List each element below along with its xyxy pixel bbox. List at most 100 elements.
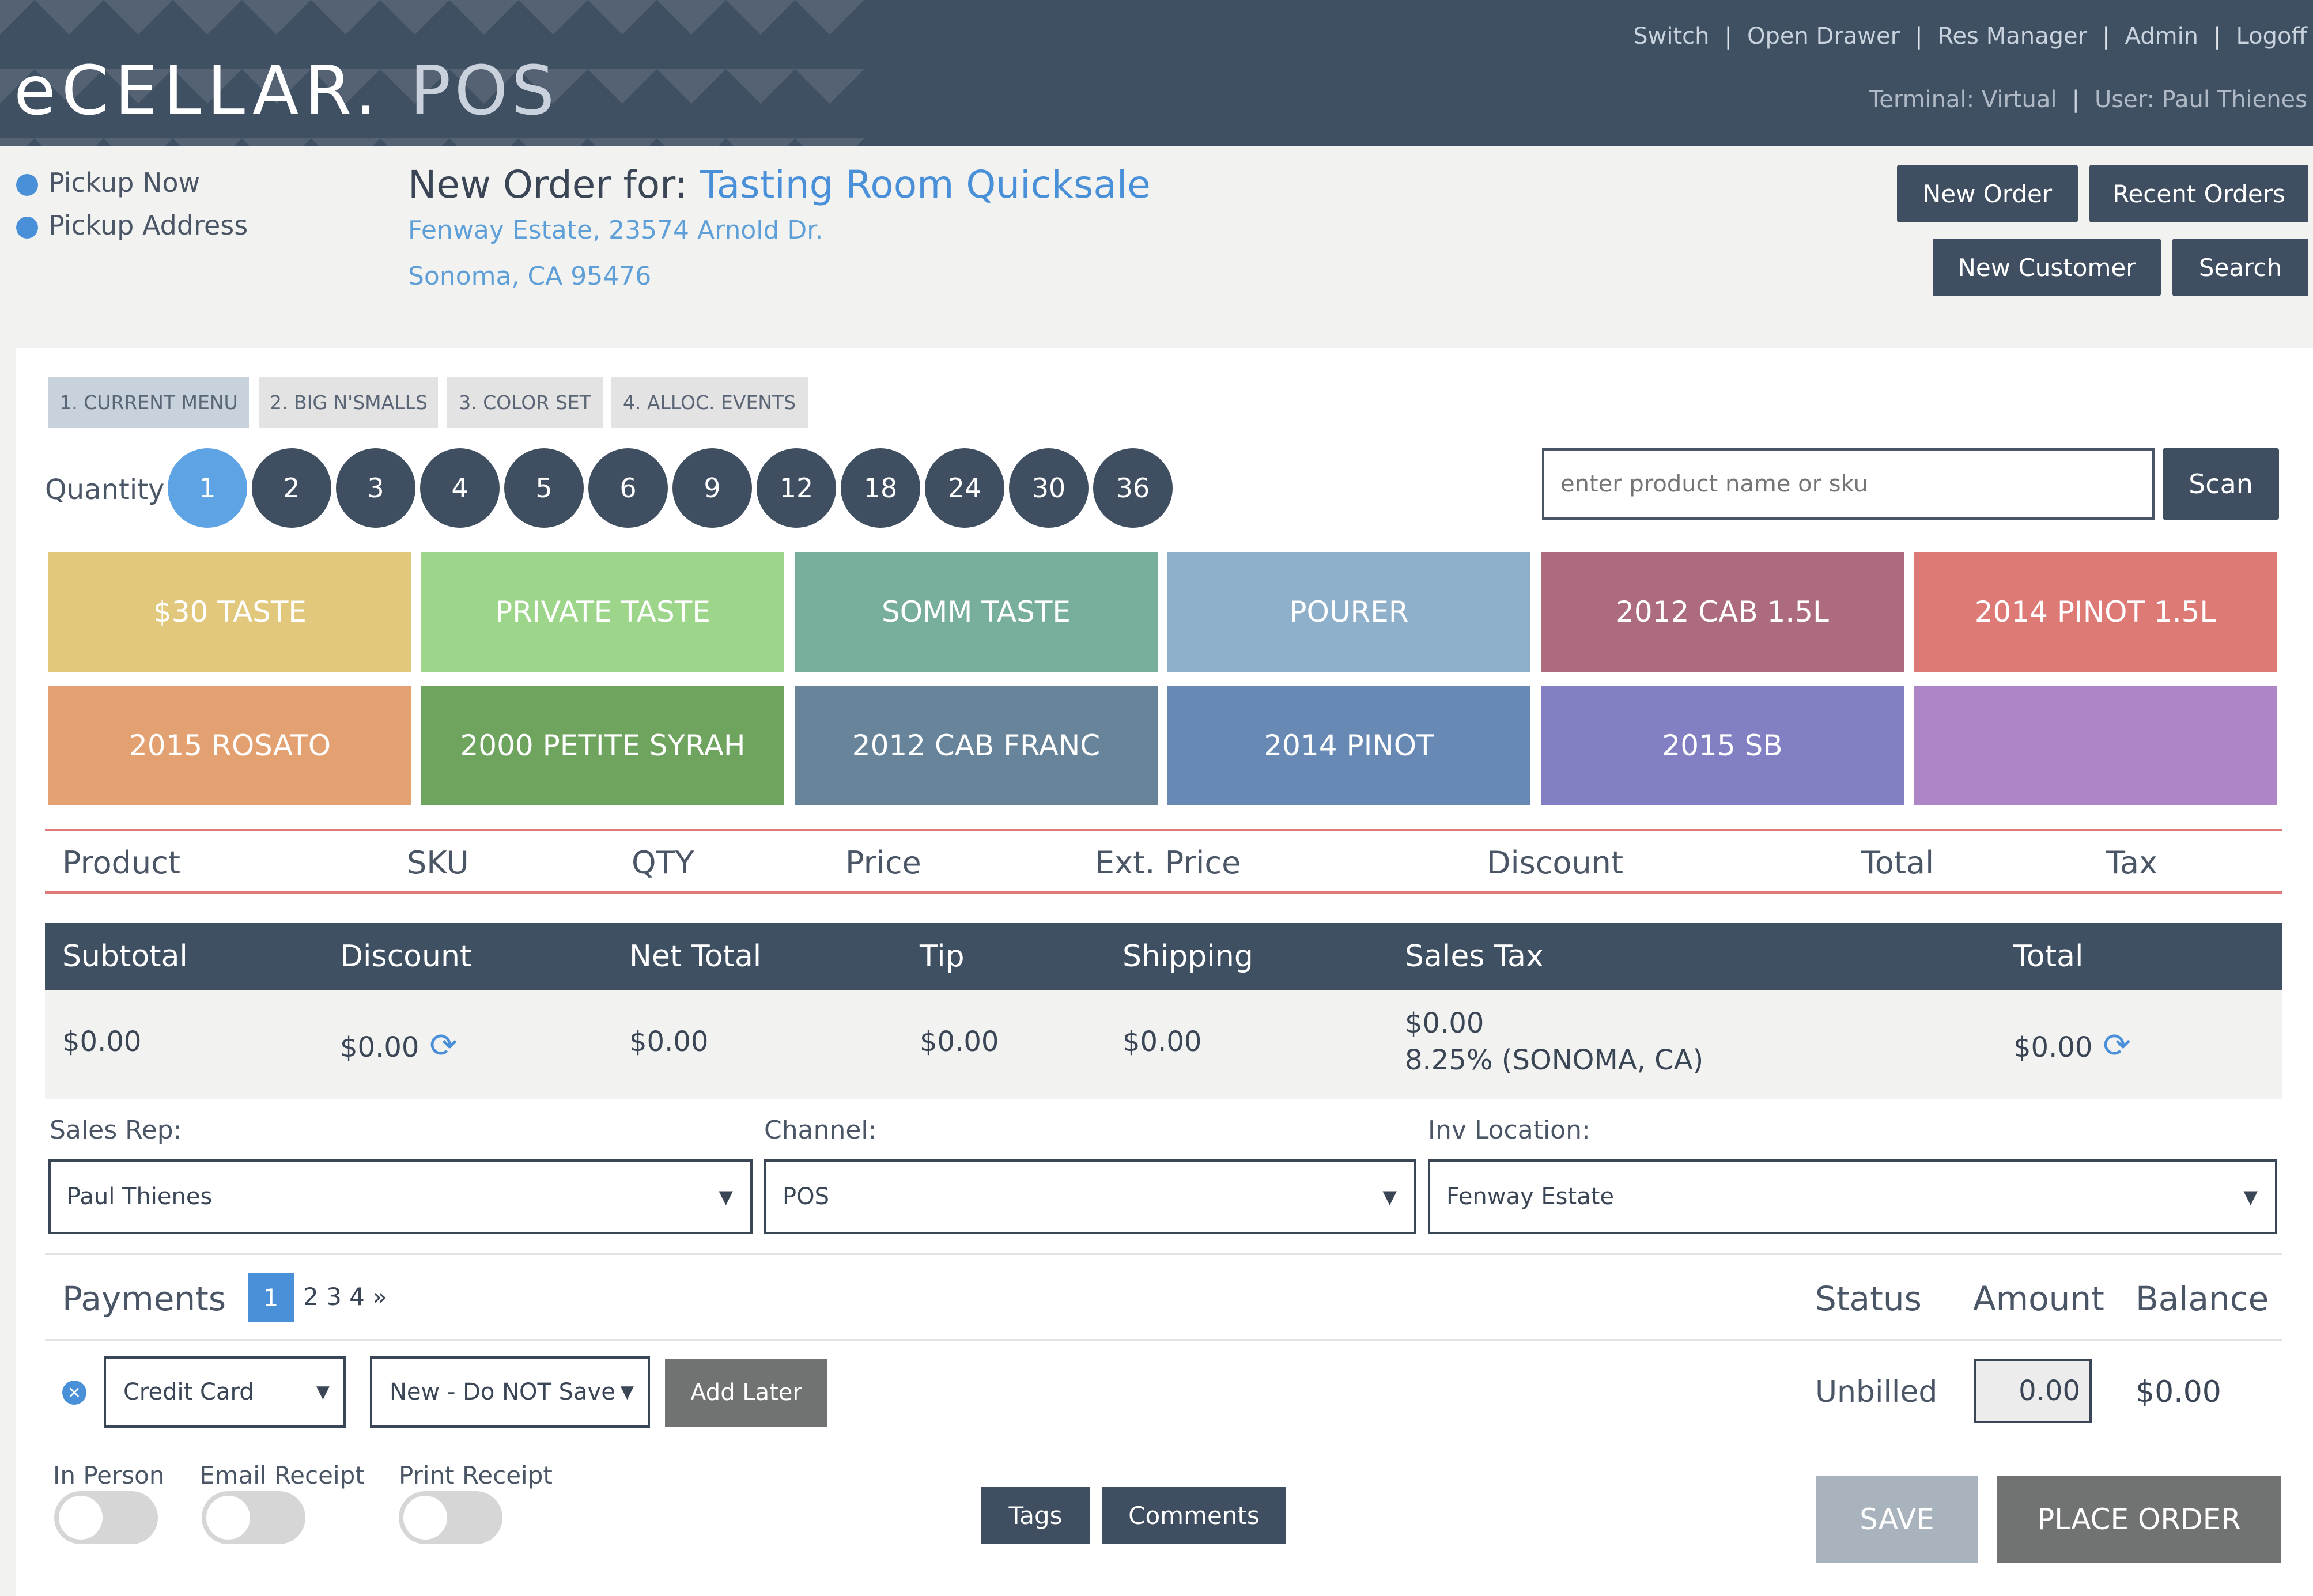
- tab-color-set[interactable]: 3. COLOR SET: [447, 377, 603, 428]
- qty-option-1[interactable]: 1: [168, 448, 247, 528]
- payment-amount-input[interactable]: [1974, 1359, 2092, 1423]
- address-line-2: Sonoma, CA 95476: [408, 262, 652, 291]
- email-receipt-label: Email Receipt: [199, 1461, 365, 1489]
- product-tile-2012-cab-franc[interactable]: 2012 CAB FRANC: [795, 686, 1158, 805]
- divider: [45, 829, 2282, 831]
- payment-method-select[interactable]: Credit Card ▼: [104, 1356, 346, 1428]
- tab-alloc-events[interactable]: 4. ALLOC. EVENTS: [611, 377, 808, 428]
- admin-link[interactable]: Admin: [2125, 23, 2198, 50]
- inv-location-label: Inv Location:: [1428, 1115, 1590, 1145]
- qty-option-4[interactable]: 4: [420, 448, 500, 528]
- recent-orders-button[interactable]: Recent Orders: [2089, 165, 2308, 222]
- email-receipt-toggle[interactable]: [202, 1491, 305, 1544]
- res-manager-link[interactable]: Res Manager: [1938, 23, 2088, 50]
- refresh-discount-icon[interactable]: ⟳: [429, 1026, 458, 1065]
- discount-header: Discount: [340, 939, 472, 974]
- inv-location-select[interactable]: Fenway Estate ▼: [1428, 1159, 2277, 1234]
- refresh-total-icon[interactable]: ⟳: [2103, 1026, 2131, 1065]
- qty-option-6[interactable]: 6: [588, 448, 668, 528]
- open-drawer-link[interactable]: Open Drawer: [1747, 23, 1900, 50]
- separator: |: [1915, 23, 1923, 50]
- tab-current-menu[interactable]: 1. CURRENT MENU: [48, 377, 249, 428]
- col-total: Total: [1861, 845, 1934, 881]
- scan-button[interactable]: Scan: [2163, 448, 2279, 520]
- pickup-now-option[interactable]: Pickup Now: [16, 167, 200, 198]
- in-person-toggle[interactable]: [54, 1491, 158, 1544]
- discount-value: $0.00: [340, 1031, 419, 1064]
- payments-label: Payments: [62, 1279, 226, 1318]
- qty-option-3[interactable]: 3: [336, 448, 415, 528]
- discount-cell: $0.00 ⟳: [340, 1026, 458, 1065]
- toggle-knob: [59, 1496, 103, 1540]
- col-tax: Tax: [2106, 845, 2158, 881]
- save-button[interactable]: SAVE: [1816, 1476, 1978, 1563]
- divider: [45, 891, 2282, 894]
- payment-pagination[interactable]: 2 3 4 »: [303, 1283, 387, 1311]
- separator: |: [2102, 23, 2110, 50]
- address-line-1: Fenway Estate, 23574 Arnold Dr.: [408, 215, 823, 245]
- tip-header: Tip: [920, 939, 965, 974]
- product-tile-2012-cab-1-5l[interactable]: 2012 CAB 1.5L: [1541, 552, 1904, 672]
- pickup-address-option[interactable]: Pickup Address: [16, 210, 248, 241]
- print-receipt-label: Print Receipt: [399, 1461, 553, 1489]
- subtotal-value: $0.00: [62, 1026, 142, 1058]
- separator: |: [1724, 23, 1732, 50]
- search-button[interactable]: Search: [2172, 239, 2308, 296]
- qty-option-30[interactable]: 30: [1009, 448, 1089, 528]
- qty-option-5[interactable]: 5: [504, 448, 584, 528]
- remove-payment-icon[interactable]: ✕: [62, 1381, 86, 1405]
- session-info: Terminal: Virtual | User: Paul Thienes: [1869, 86, 2307, 113]
- product-tile-private-taste[interactable]: PRIVATE TASTE: [421, 552, 784, 672]
- channel-select[interactable]: POS ▼: [764, 1159, 1416, 1234]
- caret-down-icon: ▼: [1382, 1186, 1397, 1208]
- comments-button[interactable]: Comments: [1102, 1487, 1286, 1544]
- shipping-header: Shipping: [1123, 939, 1253, 974]
- sales-rep-select[interactable]: Paul Thienes ▼: [48, 1159, 753, 1234]
- switch-link[interactable]: Switch: [1633, 23, 1709, 50]
- sales-tax-header: Sales Tax: [1405, 939, 1544, 974]
- tags-button[interactable]: Tags: [981, 1487, 1090, 1544]
- qty-option-24[interactable]: 24: [925, 448, 1004, 528]
- product-tile-2014-pinot[interactable]: 2014 PINOT: [1167, 686, 1530, 805]
- net-total-value: $0.00: [629, 1026, 709, 1058]
- qty-option-9[interactable]: 9: [672, 448, 752, 528]
- qty-option-18[interactable]: 18: [841, 448, 920, 528]
- product-tile-2014-pinot-1-5l[interactable]: 2014 PINOT 1.5L: [1914, 552, 2277, 672]
- total-header: Total: [2013, 939, 2084, 974]
- channel-label: Channel:: [764, 1115, 877, 1145]
- product-tile-pourer[interactable]: POURER: [1167, 552, 1530, 672]
- product-tile-2000-petite-syrah[interactable]: 2000 PETITE SYRAH: [421, 686, 784, 805]
- place-order-button[interactable]: PLACE ORDER: [1997, 1476, 2281, 1563]
- net-total-header: Net Total: [629, 939, 762, 974]
- order-title-prefix: New Order for:: [408, 162, 688, 207]
- subtotal-header: Subtotal: [62, 939, 188, 974]
- qty-option-2[interactable]: 2: [252, 448, 331, 528]
- new-order-button[interactable]: New Order: [1897, 165, 2078, 222]
- customer-name-link[interactable]: Tasting Room Quicksale: [700, 162, 1150, 207]
- add-later-button[interactable]: Add Later: [665, 1359, 827, 1427]
- qty-option-36[interactable]: 36: [1093, 448, 1173, 528]
- product-tile-30-taste[interactable]: $30 TASTE: [48, 552, 411, 672]
- tip-value: $0.00: [920, 1026, 999, 1058]
- product-tile-somm-taste[interactable]: SOMM TASTE: [795, 552, 1158, 672]
- col-qty: QTY: [632, 845, 694, 881]
- col-discount: Discount: [1487, 845, 1624, 881]
- tab-big-n-smalls[interactable]: 2. BIG N'SMALLS: [259, 377, 438, 428]
- product-search-input[interactable]: [1542, 448, 2155, 520]
- total-cell: $0.00 ⟳: [2013, 1026, 2131, 1065]
- print-receipt-toggle[interactable]: [399, 1491, 502, 1544]
- product-tile-2015-rosato[interactable]: 2015 ROSATO: [48, 686, 411, 805]
- divider: [45, 1253, 2282, 1255]
- status-header: Status: [1815, 1279, 1922, 1318]
- new-customer-button[interactable]: New Customer: [1933, 239, 2161, 296]
- terminal-info: Terminal: Virtual: [1869, 86, 2057, 113]
- qty-option-12[interactable]: 12: [757, 448, 836, 528]
- product-tile-2015-sb[interactable]: 2015 SB: [1541, 686, 1904, 805]
- card-save-select[interactable]: New - Do NOT Save ▼: [370, 1356, 650, 1428]
- pickup-now-label: Pickup Now: [48, 167, 201, 198]
- col-sku: SKU: [407, 845, 469, 881]
- logoff-link[interactable]: Logoff: [2236, 23, 2307, 50]
- product-tile-empty[interactable]: [1914, 686, 2277, 805]
- payment-page-1[interactable]: 1: [248, 1273, 294, 1322]
- caret-down-icon: ▼: [316, 1382, 330, 1402]
